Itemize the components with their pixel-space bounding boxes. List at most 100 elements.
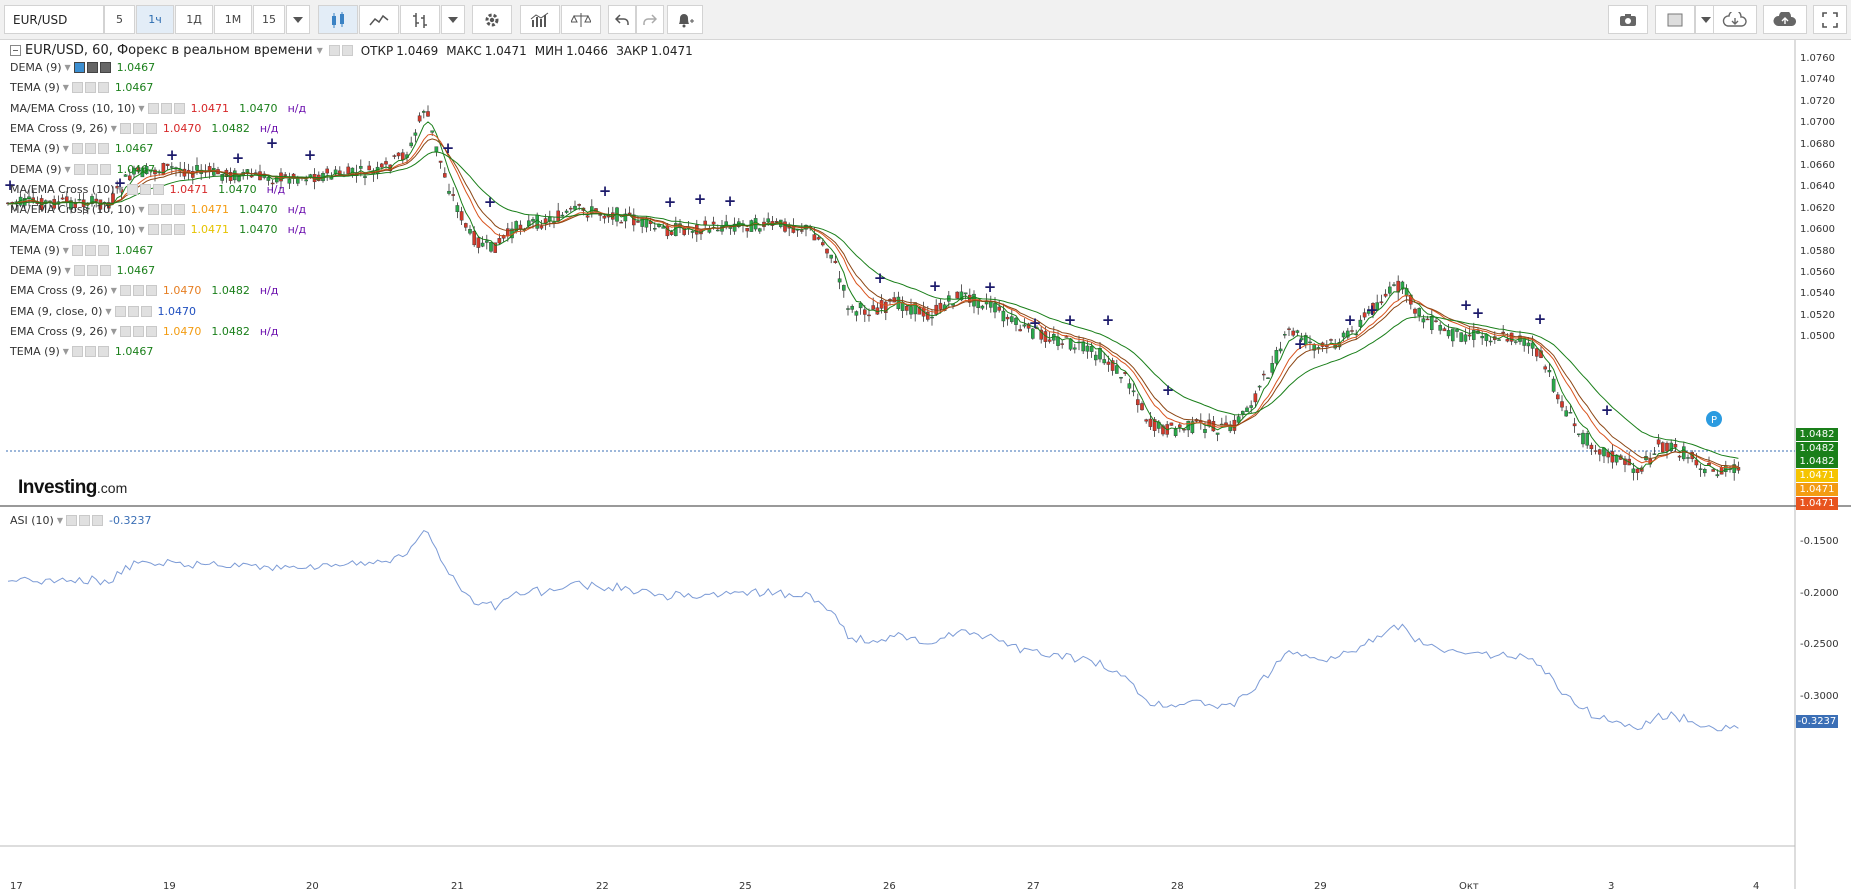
indicator-buttons[interactable] — [147, 224, 185, 236]
chevron-down-icon[interactable]: ▼ — [138, 104, 144, 113]
chart-area[interactable]: + + + + + + + + + + + + + + + + + + + + + + + + + + P EUR/USD, 60… — [0, 40, 1851, 892]
header-buttons[interactable] — [328, 45, 353, 56]
interval-1h-button[interactable]: 1ч — [136, 5, 174, 34]
chevron-down-icon[interactable]: ▼ — [65, 165, 71, 174]
close-icon[interactable] — [99, 265, 111, 276]
close-icon[interactable] — [99, 163, 111, 175]
indicator-buttons[interactable] — [147, 102, 185, 114]
eye-icon[interactable] — [119, 325, 131, 337]
gear-icon[interactable] — [86, 265, 98, 276]
layout-button[interactable] — [1655, 5, 1695, 34]
chevron-down-icon[interactable]: ▼ — [63, 347, 69, 356]
gear-icon[interactable] — [132, 325, 144, 337]
eye-icon[interactable] — [114, 305, 126, 317]
indicator-buttons[interactable] — [126, 183, 164, 195]
bars-button[interactable] — [400, 5, 440, 34]
gear-icon[interactable] — [132, 285, 144, 297]
indicator-buttons[interactable] — [71, 244, 109, 256]
eye-icon[interactable] — [71, 346, 83, 358]
indicator-buttons[interactable] — [71, 346, 109, 358]
eye-icon[interactable] — [126, 183, 138, 195]
close-icon[interactable] — [173, 224, 185, 236]
settings-button[interactable] — [472, 5, 512, 34]
indicator-buttons[interactable] — [119, 285, 157, 297]
chevron-down-icon[interactable]: ▼ — [65, 63, 71, 72]
gear-icon[interactable] — [132, 122, 144, 134]
eye-icon[interactable] — [119, 285, 131, 297]
title-dropdown-icon[interactable]: ▼ — [317, 46, 323, 55]
candles-button[interactable] — [318, 5, 358, 34]
eye-icon[interactable] — [71, 143, 83, 155]
close-icon[interactable] — [97, 244, 109, 256]
chart-type-dropdown[interactable] — [441, 5, 465, 34]
close-icon[interactable] — [145, 122, 157, 134]
chevron-down-icon[interactable]: ▼ — [63, 83, 69, 92]
close-icon[interactable] — [140, 305, 152, 317]
chevron-down-icon[interactable]: ▼ — [111, 124, 117, 133]
indicator-buttons[interactable] — [71, 143, 109, 155]
cloud-load-button[interactable] — [1713, 5, 1757, 34]
eye-icon[interactable] — [147, 204, 159, 216]
eye-icon[interactable] — [147, 102, 159, 114]
close-icon[interactable] — [173, 204, 185, 216]
gear-icon[interactable] — [139, 183, 151, 195]
symbol-input[interactable]: EUR/USD — [4, 5, 104, 34]
indicator-buttons[interactable] — [73, 265, 111, 276]
settings-icon[interactable] — [341, 45, 353, 56]
interval-5-button[interactable]: 5 — [104, 5, 135, 34]
asi-buttons[interactable] — [65, 515, 103, 526]
close-icon[interactable] — [152, 183, 164, 195]
gear-icon[interactable] — [160, 224, 172, 236]
eye-icon[interactable] — [65, 515, 77, 526]
indicator-buttons[interactable] — [73, 163, 111, 175]
interval-1d-button[interactable]: 1Д — [175, 5, 213, 34]
close-icon[interactable] — [97, 346, 109, 358]
indicator-buttons[interactable] — [71, 82, 109, 94]
undo-button[interactable] — [608, 5, 636, 34]
indicator-buttons[interactable] — [119, 122, 157, 134]
collapse-icon[interactable] — [10, 45, 21, 56]
chevron-down-icon[interactable]: ▼ — [63, 246, 69, 255]
eye-icon[interactable] — [119, 122, 131, 134]
event-marker[interactable]: P — [1706, 411, 1722, 427]
visibility-icon[interactable] — [328, 45, 340, 56]
close-icon[interactable] — [97, 143, 109, 155]
indicator-buttons[interactable] — [73, 62, 111, 73]
fullscreen-button[interactable] — [1813, 5, 1847, 34]
close-icon[interactable] — [91, 515, 103, 526]
gear-icon[interactable] — [127, 305, 139, 317]
snapshot-button[interactable] — [1608, 5, 1648, 34]
chevron-down-icon[interactable]: ▼ — [57, 516, 63, 525]
eye-icon[interactable] — [73, 163, 85, 175]
chevron-down-icon[interactable]: ▼ — [138, 225, 144, 234]
gear-icon[interactable] — [160, 204, 172, 216]
eye-icon[interactable] — [147, 224, 159, 236]
eye-icon[interactable] — [73, 265, 85, 276]
eye-icon[interactable] — [71, 244, 83, 256]
gear-icon[interactable] — [86, 62, 98, 73]
chevron-down-icon[interactable]: ▼ — [105, 307, 111, 316]
interval-15-button[interactable]: 15 — [253, 5, 285, 34]
cloud-save-button[interactable] — [1763, 5, 1807, 34]
indicator-buttons[interactable] — [119, 325, 157, 337]
chevron-down-icon[interactable]: ▼ — [63, 144, 69, 153]
line-chart-button[interactable] — [359, 5, 399, 34]
close-icon[interactable] — [145, 325, 157, 337]
gear-icon[interactable] — [84, 143, 96, 155]
gear-icon[interactable] — [84, 82, 96, 94]
gear-icon[interactable] — [78, 515, 90, 526]
chevron-down-icon[interactable]: ▼ — [111, 286, 117, 295]
chevron-down-icon[interactable]: ▼ — [111, 327, 117, 336]
close-icon[interactable] — [99, 62, 111, 73]
eye-icon[interactable] — [71, 82, 83, 94]
alert-button[interactable] — [667, 5, 703, 34]
indicator-buttons[interactable] — [147, 204, 185, 216]
gear-icon[interactable] — [86, 163, 98, 175]
chevron-down-icon[interactable]: ▼ — [138, 205, 144, 214]
compare-button[interactable] — [561, 5, 601, 34]
redo-button[interactable] — [636, 5, 664, 34]
gear-icon[interactable] — [84, 346, 96, 358]
gear-icon[interactable] — [160, 102, 172, 114]
interval-dropdown-button[interactable] — [286, 5, 310, 34]
chevron-down-icon[interactable]: ▼ — [117, 185, 123, 194]
